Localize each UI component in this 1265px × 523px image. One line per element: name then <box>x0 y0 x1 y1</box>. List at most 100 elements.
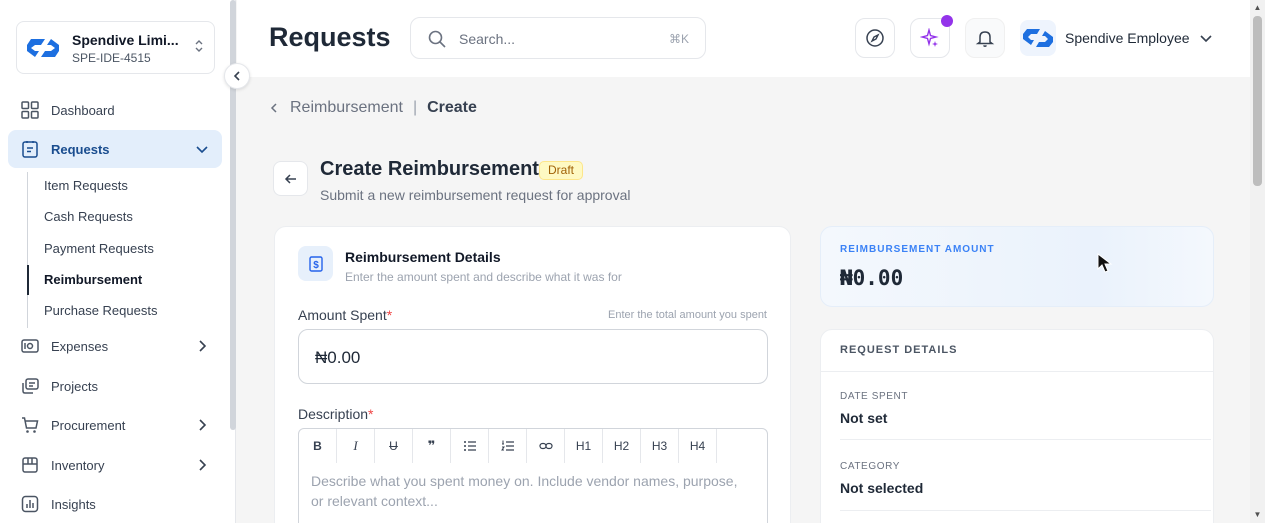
sidebar-item-projects[interactable]: Projects <box>8 367 222 405</box>
active-indicator <box>27 265 29 295</box>
editor-toolbar: B I U ❞ H1 H2 H3 H4 <box>298 428 768 464</box>
search-icon <box>428 30 446 48</box>
amount-input[interactable]: ₦0.00 <box>298 329 768 384</box>
category-label: CATEGORY <box>840 461 900 472</box>
bullet-list-button[interactable] <box>451 429 489 463</box>
status-badge: Draft <box>539 161 584 180</box>
chevron-up-down-icon <box>192 38 206 58</box>
submenu-guide <box>27 172 28 328</box>
insights-icon <box>21 495 39 513</box>
chevron-right-icon <box>199 419 207 431</box>
sidebar-subitem-payment-requests[interactable]: Payment Requests <box>44 241 154 256</box>
sidebar-item-inventory[interactable]: Inventory <box>8 446 222 484</box>
description-placeholder: Describe what you spent money on. Includ… <box>311 473 738 509</box>
divider <box>821 371 1213 372</box>
sparkles-icon <box>920 28 939 47</box>
sidebar-item-dashboard[interactable]: Dashboard <box>8 91 222 129</box>
sidebar-item-requests[interactable]: Requests <box>8 130 222 168</box>
search-placeholder: Search... <box>459 31 516 47</box>
link-icon <box>538 442 553 450</box>
sidebar-subitem-item-requests[interactable]: Item Requests <box>44 178 128 193</box>
breadcrumb-current: Create <box>427 99 477 116</box>
sidebar-subitem-cash-requests[interactable]: Cash Requests <box>44 209 133 224</box>
org-code: SPE-IDE-4515 <box>72 51 151 65</box>
dashboard-icon <box>21 101 39 119</box>
heading1-button[interactable]: H1 <box>565 429 603 463</box>
amount-label: Amount Spent* <box>298 307 393 323</box>
bullet-list-icon <box>463 441 476 451</box>
reimbursement-details-card: $ Reimbursement Details Enter the amount… <box>274 226 791 523</box>
chevron-left-icon <box>233 71 240 81</box>
italic-button[interactable]: I <box>337 429 375 463</box>
amount-value: ₦0.00 <box>315 348 361 367</box>
user-name: Spendive Employee <box>1065 30 1190 46</box>
bell-icon <box>975 31 995 47</box>
heading4-button[interactable]: H4 <box>679 429 717 463</box>
org-name: Spendive Limi... <box>72 32 179 48</box>
notification-dot <box>941 15 953 27</box>
amount-summary-label: REIMBURSEMENT AMOUNT <box>840 244 995 255</box>
page-title: Requests <box>269 22 391 52</box>
scroll-thumb[interactable] <box>1253 16 1262 186</box>
page-subtitle: Submit a new reimbursement request for a… <box>320 187 631 203</box>
sidebar-item-label: Dashboard <box>51 102 115 118</box>
sidebar-item-expenses[interactable]: Expenses <box>8 327 222 365</box>
compass-icon <box>866 29 884 47</box>
org-switcher[interactable]: Spendive Limi... SPE-IDE-4515 <box>16 21 215 74</box>
date-spent-label: DATE SPENT <box>840 391 909 402</box>
chevron-left-icon[interactable] <box>268 102 280 114</box>
scroll-up-icon[interactable]: ▲ <box>1253 3 1262 13</box>
sidebar-item-label: Requests <box>51 141 110 157</box>
sidebar-subitem-purchase-requests[interactable]: Purchase Requests <box>44 303 157 318</box>
breadcrumb-separator: | <box>412 99 418 116</box>
sidebar-item-procurement[interactable]: Procurement <box>8 406 222 444</box>
card-title: Reimbursement Details <box>345 249 501 265</box>
sidebar-item-label: Procurement <box>51 417 126 433</box>
bold-button[interactable]: B <box>299 429 337 463</box>
strikethrough-button[interactable]: U <box>375 429 413 463</box>
cart-icon <box>22 417 39 433</box>
sidebar-item-label: Projects <box>51 378 98 394</box>
divider <box>840 510 1211 511</box>
sidebar-item-label: Insights <box>51 496 96 512</box>
org-logo-icon <box>27 39 59 57</box>
heading2-button[interactable]: H2 <box>603 429 641 463</box>
link-button[interactable] <box>527 429 565 463</box>
search-input[interactable]: Search... ⌘K <box>410 17 706 59</box>
breadcrumb-parent[interactable]: Reimbursement <box>290 99 403 117</box>
ai-assistant-button[interactable] <box>910 15 953 58</box>
mouse-cursor-icon <box>1097 253 1113 273</box>
wallet-icon <box>21 339 39 353</box>
projects-icon <box>22 378 39 394</box>
page-heading: Create Reimbursement <box>320 158 539 180</box>
arrow-left-icon <box>284 173 296 184</box>
scroll-down-icon[interactable]: ▼ <box>1253 510 1262 520</box>
amount-hint: Enter the total amount you spent <box>608 309 767 321</box>
top-header: Requests Search... ⌘K Spendive Employee <box>237 0 1250 77</box>
inventory-icon <box>22 457 38 473</box>
date-spent-value: Not set <box>840 410 888 426</box>
page-scrollbar[interactable]: ▲ ▼ <box>1250 0 1265 523</box>
back-button[interactable] <box>273 161 308 196</box>
sidebar: Spendive Limi... SPE-IDE-4515 Dashboard … <box>0 0 236 523</box>
chevron-right-icon <box>199 459 207 471</box>
numbered-list-button[interactable] <box>489 429 527 463</box>
sidebar-item-label: Expenses <box>51 338 109 354</box>
request-details-card: REQUEST DETAILS DATE SPENT Not set CATEG… <box>820 329 1214 523</box>
notifications-button[interactable] <box>965 18 1005 58</box>
sidebar-subitem-reimbursement[interactable]: Reimbursement <box>44 272 142 287</box>
collapse-sidebar-button[interactable] <box>224 63 250 89</box>
heading3-button[interactable]: H3 <box>641 429 679 463</box>
divider <box>840 439 1211 440</box>
explore-button[interactable] <box>855 18 895 58</box>
breadcrumb: Reimbursement | Create <box>268 99 477 117</box>
reimbursement-amount-card: REIMBURSEMENT AMOUNT ₦0.00 <box>820 226 1214 307</box>
description-editor[interactable]: Describe what you spent money on. Includ… <box>298 463 768 523</box>
chevron-down-icon <box>196 146 208 154</box>
numbered-list-icon <box>500 440 514 451</box>
category-value: Not selected <box>840 480 924 496</box>
receipt-icon: $ <box>298 246 333 281</box>
sidebar-item-insights[interactable]: Insights <box>8 485 222 523</box>
sidebar-item-label: Inventory <box>51 457 105 473</box>
quote-button[interactable]: ❞ <box>413 429 451 463</box>
